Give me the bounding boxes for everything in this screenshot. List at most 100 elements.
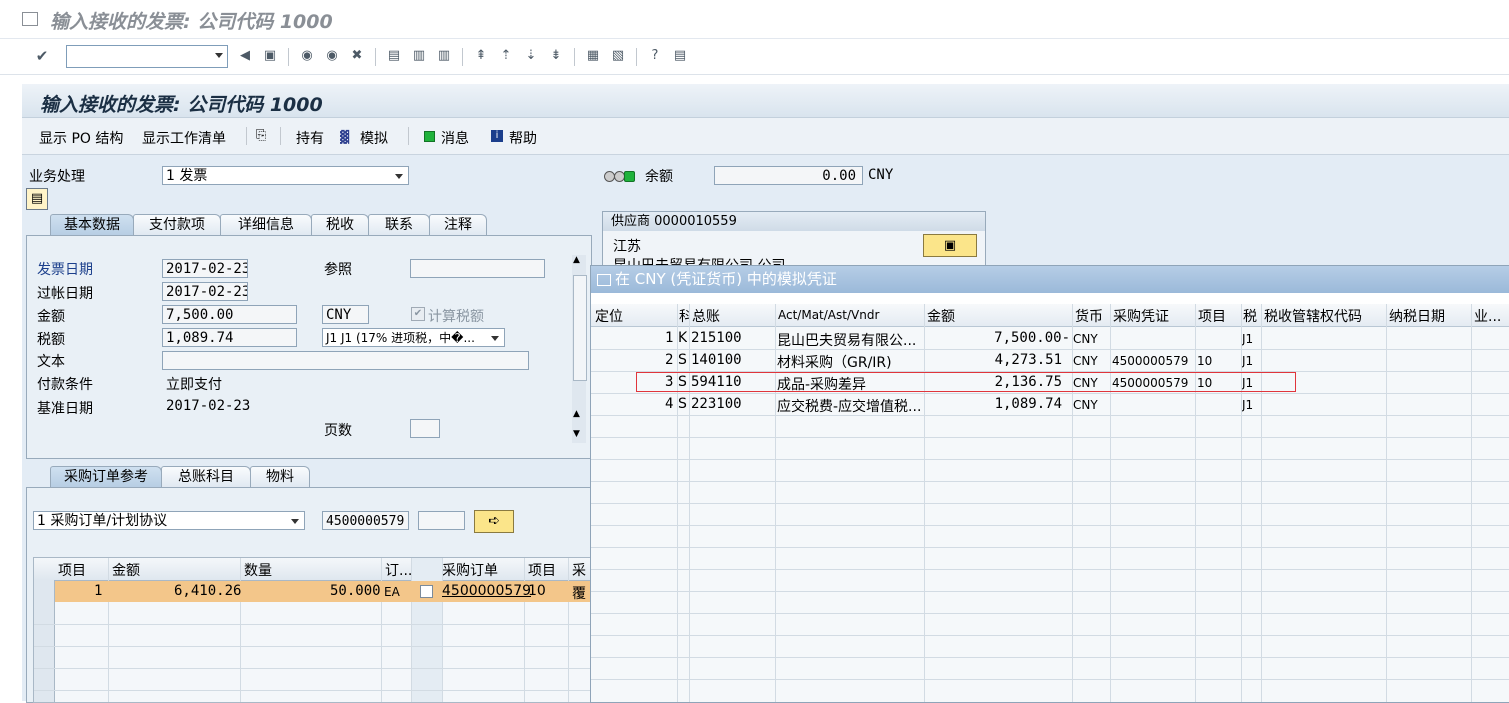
document-icon[interactable]: ⎘: [256, 128, 266, 143]
amount-field[interactable]: 7,500.00: [162, 305, 297, 324]
row2-amount: 4,273.51: [994, 352, 1062, 368]
text-label: 文本: [37, 354, 65, 370]
row4-tax: J1: [1242, 398, 1254, 412]
first-page-icon[interactable]: ⇞: [474, 49, 488, 63]
scroll-down-icon: ▼: [573, 429, 580, 439]
baseline-date-value: 2017-02-23: [166, 398, 251, 414]
row1-gl: 215100: [691, 330, 742, 346]
invoice-date-field[interactable]: 2017-02-23: [162, 259, 248, 278]
new-session-icon[interactable]: ▦: [586, 49, 600, 63]
tax-code-select[interactable]: J1 J1 (17% 进项税，中�...: [322, 328, 505, 347]
row-po-link[interactable]: 4500000579: [442, 583, 531, 599]
simulate-button[interactable]: 模拟: [360, 128, 388, 148]
grid-header-quantity[interactable]: 数量: [244, 560, 272, 580]
show-po-structure-button[interactable]: 显示 PO 结构: [39, 128, 123, 148]
col-header-currency[interactable]: 货币: [1075, 306, 1103, 326]
vendor-detail-button[interactable]: ▣: [923, 234, 977, 257]
col-header-item[interactable]: 项目: [1198, 306, 1226, 326]
print-icon[interactable]: ▤: [387, 49, 401, 63]
hold-button[interactable]: 持有: [296, 128, 324, 148]
tab-payment[interactable]: 支付款项: [133, 214, 221, 236]
back-icon[interactable]: ◉: [300, 49, 314, 63]
row2-tax: J1: [1242, 354, 1254, 368]
grid-header-item[interactable]: 项目: [58, 560, 86, 580]
next-page-icon[interactable]: ⇣: [524, 49, 538, 63]
po-type-select[interactable]: 1 采购订单/计划协议: [33, 511, 305, 530]
col-header-tax-date[interactable]: 纳税日期: [1389, 306, 1445, 326]
tab-gl-account[interactable]: 总账科目: [161, 466, 251, 488]
tab-tax[interactable]: 税收: [311, 214, 369, 236]
col-header-jurisdiction[interactable]: 税收管辖权代码: [1264, 306, 1362, 326]
row3-amount: 2,136.75: [994, 374, 1062, 390]
row3-gl: 594110: [691, 374, 742, 390]
command-field[interactable]: [66, 45, 228, 68]
help-icon: i: [491, 130, 503, 142]
exit-icon[interactable]: [22, 12, 38, 26]
layout-menu-icon[interactable]: ▤: [673, 49, 687, 63]
row-quantity[interactable]: 50.000: [330, 583, 381, 599]
col-header-account[interactable]: Act/Mat/Ast/Vndr: [778, 308, 879, 322]
row1-amount: 7,500.00-: [994, 330, 1070, 346]
last-page-icon[interactable]: ⇟: [549, 49, 563, 63]
help-icon[interactable]: ?: [648, 49, 662, 63]
row2-type: S: [678, 352, 687, 368]
grid-header-amount[interactable]: 金额: [112, 560, 140, 580]
po-number-field[interactable]: 4500000579: [322, 511, 409, 530]
transaction-label: 业务处理: [29, 169, 85, 185]
reference-field[interactable]: [410, 259, 545, 278]
grid-header-extra[interactable]: 采: [572, 560, 586, 580]
tab-material[interactable]: 物料: [250, 466, 310, 488]
col-header-gl[interactable]: 总账: [692, 306, 720, 326]
po-extra-field[interactable]: [418, 511, 465, 530]
grid-header-po[interactable]: 采购订单: [442, 560, 498, 580]
find-icon[interactable]: ▥: [412, 49, 426, 63]
save-icon[interactable]: ▣: [263, 49, 277, 63]
show-worklist-button[interactable]: 显示工作清单: [142, 128, 226, 148]
col-header-type[interactable]: 科: [679, 306, 689, 326]
collapse-icon[interactable]: ◀: [238, 49, 252, 63]
tab-contact[interactable]: 联系: [368, 214, 430, 236]
previous-page-icon[interactable]: ⇡: [499, 49, 513, 63]
col-header-tax[interactable]: 税: [1243, 306, 1257, 326]
row-po-item: 10: [528, 583, 546, 599]
posting-date-label: 过帐日期: [37, 286, 93, 302]
toggle-header-button[interactable]: ▤: [26, 188, 48, 210]
row3-position: 3: [665, 374, 674, 390]
transaction-select[interactable]: 1 发票: [162, 166, 409, 185]
calc-tax-checkbox[interactable]: ✔: [411, 307, 425, 321]
find-next-icon[interactable]: ▥: [437, 49, 451, 63]
col-header-po[interactable]: 采购凭证: [1113, 306, 1169, 326]
tax-field[interactable]: 1,089.74: [162, 328, 297, 347]
grid-header-order-unit[interactable]: 订...: [385, 560, 412, 580]
posting-date-field[interactable]: 2017-02-23: [162, 282, 248, 301]
tab-po-reference[interactable]: 采购订单参考: [50, 466, 162, 488]
exit-nav-icon[interactable]: ◉: [325, 49, 339, 63]
row1-position: 1: [665, 330, 674, 346]
row1-currency: CNY: [1073, 332, 1098, 346]
row4-position: 4: [665, 396, 674, 412]
tab-notes[interactable]: 注释: [429, 214, 487, 236]
text-field[interactable]: [162, 351, 529, 370]
cancel-icon[interactable]: ✖: [350, 49, 364, 63]
shortcut-icon[interactable]: ▧: [611, 49, 625, 63]
page-field[interactable]: [410, 419, 440, 438]
page-label: 页数: [324, 423, 352, 439]
col-header-amount[interactable]: 金额: [927, 306, 955, 326]
application-toolbar: 显示 PO 结构 显示工作清单 ⎘ 持有 ▓ 模拟 消息 i 帮助: [22, 118, 1509, 155]
transfer-button[interactable]: ➪: [474, 510, 514, 533]
col-header-position[interactable]: 定位: [595, 306, 623, 326]
help-button[interactable]: 帮助: [509, 128, 537, 148]
enter-check-icon[interactable]: ✔: [35, 49, 49, 64]
tab-details[interactable]: 详细信息: [220, 214, 312, 236]
basic-data-scrollbar[interactable]: ▲ ▲ ▼: [572, 255, 587, 443]
row-checkbox[interactable]: [420, 585, 433, 598]
payment-terms-value: 立即支付: [166, 377, 222, 393]
grid-header-po-item[interactable]: 项目: [528, 560, 556, 580]
currency-field[interactable]: CNY: [322, 305, 369, 324]
row2-name: 材料采购（GR/IR): [777, 355, 892, 371]
row-amount[interactable]: 6,410.26: [174, 583, 241, 599]
messages-button[interactable]: 消息: [441, 128, 469, 148]
vendor-line1: 江苏: [613, 239, 641, 255]
col-header-business[interactable]: 业...: [1474, 306, 1501, 326]
tab-basic-data[interactable]: 基本数据: [50, 214, 134, 236]
